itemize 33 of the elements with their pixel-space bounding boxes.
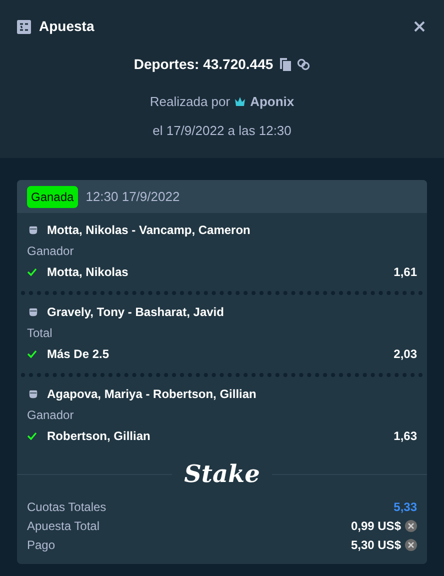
- total-label: Apuesta Total: [27, 518, 100, 534]
- event-name: Motta, Nikolas - Vancamp, Cameron: [47, 222, 250, 239]
- event-name: Agapova, Mariya - Robertson, Gillian: [47, 386, 256, 403]
- status-badge: Ganada: [27, 186, 78, 208]
- close-icon: [414, 21, 424, 32]
- outcome-name: Más De 2.5: [47, 346, 110, 363]
- total-value: 5,33: [394, 498, 417, 516]
- market-label: Ganador: [27, 243, 75, 260]
- brand-logo: Stake: [184, 458, 260, 490]
- window-title: Apuesta: [39, 17, 94, 36]
- link-button[interactable]: [297, 58, 310, 71]
- total-label: Cuotas Totales: [27, 498, 106, 516]
- total-label: Pago: [27, 536, 56, 554]
- bet-date: el 17/9/2022 a las 12:30: [152, 122, 292, 140]
- copy-icon: [279, 58, 292, 71]
- copy-button[interactable]: [279, 58, 292, 71]
- total-value: 5,30 US$: [350, 536, 401, 554]
- slip-time: 12:30 17/9/2022: [86, 188, 180, 206]
- outcome-name: Motta, Nikolas: [47, 264, 130, 281]
- total-value: 0,99 US$: [350, 518, 401, 534]
- market-label: Total: [27, 325, 54, 342]
- crown-icon: [234, 96, 246, 108]
- link-icon: [297, 58, 310, 71]
- list-icon: [17, 20, 31, 34]
- odds-value: 1,63: [394, 428, 417, 445]
- placed-by-label: Realizada por: [150, 93, 230, 111]
- odds-value: 1,61: [394, 264, 417, 281]
- username[interactable]: Aponix: [250, 92, 294, 112]
- bet-id: Deportes: 43.720.445: [134, 55, 274, 74]
- odds-value: 2,03: [394, 346, 417, 363]
- event-name: Gravely, Tony - Basharat, Javid: [47, 304, 224, 321]
- outcome-name: Robertson, Gillian: [47, 428, 152, 445]
- market-label: Ganador: [27, 407, 75, 424]
